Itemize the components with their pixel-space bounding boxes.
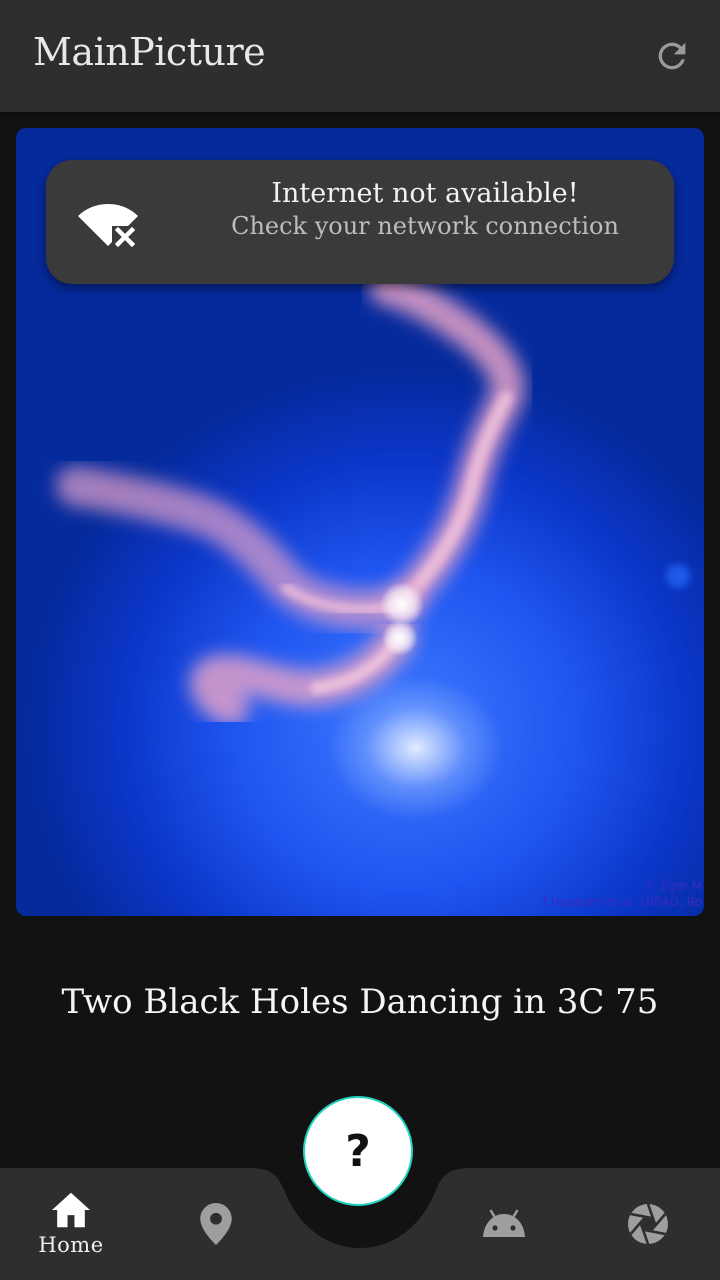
android-icon xyxy=(483,1209,525,1237)
wifi-off-icon xyxy=(78,204,138,248)
refresh-icon xyxy=(658,42,686,70)
nav-item-map[interactable] xyxy=(166,1168,266,1280)
nav-item-home[interactable]: Home xyxy=(20,1168,122,1280)
refresh-button[interactable] xyxy=(644,28,700,84)
app-root: MainPicture © Egor M T.Hepburn et al. (N… xyxy=(0,0,720,1280)
credit-line-2: T.Hepburn et al. (NRAO, Ro xyxy=(540,895,702,909)
credit-line-1: © Egor M xyxy=(644,879,702,893)
camera-aperture-icon xyxy=(628,1203,668,1245)
location-pin-icon xyxy=(200,1203,232,1245)
image-credit: © Egor M T.Hepburn et al. (NRAO, Ro xyxy=(541,878,702,910)
app-bar: MainPicture xyxy=(0,0,720,112)
help-fab-button[interactable]: ? xyxy=(303,1096,413,1206)
no-internet-snackbar: Internet not available! Check your netwo… xyxy=(46,160,674,284)
help-fab-label: ? xyxy=(345,1125,371,1177)
home-icon xyxy=(52,1192,90,1228)
nav-item-camera[interactable] xyxy=(598,1168,698,1280)
snackbar-title: Internet not available! xyxy=(271,178,579,209)
picture-title: Two Black Holes Dancing in 3C 75 xyxy=(61,982,659,1022)
page-title: MainPicture xyxy=(33,30,266,74)
snackbar-message: Check your network connection xyxy=(231,212,619,240)
nav-label-home: Home xyxy=(38,1233,104,1257)
nav-item-android[interactable] xyxy=(454,1168,554,1280)
